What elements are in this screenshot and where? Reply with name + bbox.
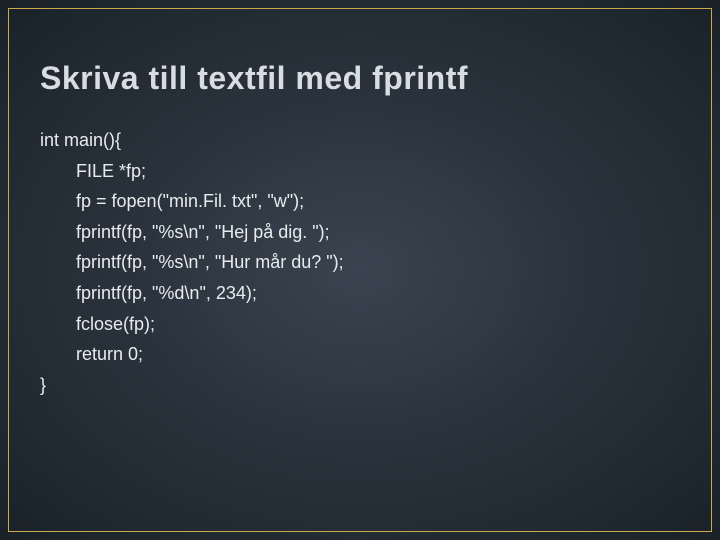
slide-border xyxy=(8,8,712,532)
